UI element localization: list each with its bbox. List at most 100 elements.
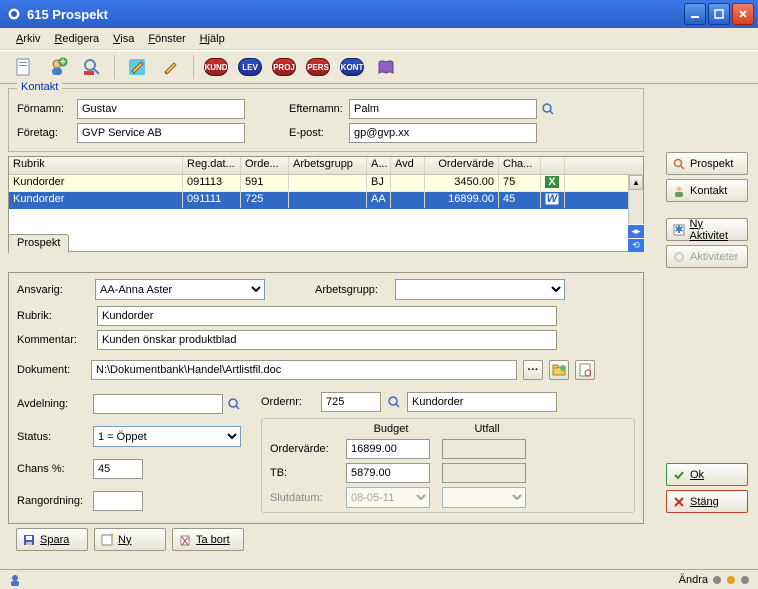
spara-button[interactable]: Spara — [16, 528, 88, 551]
status-label: Status: — [17, 431, 87, 443]
search-icon[interactable] — [387, 395, 401, 409]
col-regdat[interactable]: Reg.dat... — [183, 157, 241, 174]
arbetsgrupp-select[interactable] — [395, 279, 565, 300]
foretag-label: Företag: — [17, 127, 77, 139]
badge-lev[interactable]: LEV — [236, 53, 264, 81]
minimize-button[interactable] — [684, 3, 706, 25]
tool-search-contact-icon[interactable] — [78, 53, 106, 81]
maximize-button[interactable] — [708, 3, 730, 25]
arbetsgrupp-label: Arbetsgrupp: — [315, 284, 385, 296]
tool-document-icon[interactable] — [10, 53, 38, 81]
browse-button[interactable]: ··· — [523, 360, 543, 380]
menu-redigera[interactable]: Redigera — [48, 31, 105, 47]
app-icon — [6, 6, 22, 22]
status-select[interactable]: 1 = Öppet — [93, 426, 241, 447]
badge-kund[interactable]: KUND — [202, 53, 230, 81]
stang-button[interactable]: Stäng — [666, 490, 748, 513]
prospekt-button[interactable]: Prospekt — [666, 152, 748, 175]
tool-add-user-icon[interactable]: + — [44, 53, 72, 81]
slutdatum-budget-select[interactable]: 08-05-11 — [346, 487, 430, 508]
col-rubrik[interactable]: Rubrik — [9, 157, 183, 174]
ordervarde-budget-input[interactable] — [346, 439, 430, 459]
dokument-label: Dokument: — [17, 364, 85, 376]
folder-open-button[interactable] — [549, 360, 569, 380]
grid-row[interactable]: Kundorder 091113 591 BJ 3450.00 75 X — [9, 175, 643, 192]
grid-row-selected[interactable]: Kundorder 091111 725 AA 16899.00 45 W — [9, 192, 643, 209]
tool-pencil-icon[interactable] — [157, 53, 185, 81]
ordernr-input[interactable] — [321, 392, 381, 412]
bottom-toolbar: Spara ✱Ny Ta bort — [8, 524, 644, 555]
scroll-up-icon[interactable]: ▲ — [629, 175, 643, 190]
col-a[interactable]: A... — [367, 157, 391, 174]
tb-budget-input[interactable] — [346, 463, 430, 483]
window-title: 615 Prospekt — [27, 7, 682, 22]
fornamn-input[interactable] — [77, 99, 245, 119]
tab-prospekt[interactable]: Prospekt — [8, 234, 69, 253]
search-icon[interactable] — [541, 102, 555, 116]
tb-utfall-input[interactable] — [442, 463, 526, 483]
ansvarig-select[interactable]: AA-Anna Aster — [95, 279, 265, 300]
grid-nav-icons: ◂▸ ⟲ — [628, 224, 644, 252]
aktiviteter-button[interactable]: Aktiviteter — [666, 245, 748, 268]
badge-proj[interactable]: PROJ — [270, 53, 298, 81]
foretag-input[interactable] — [77, 123, 245, 143]
avdelning-input[interactable] — [93, 394, 223, 414]
close-button[interactable] — [732, 3, 754, 25]
titlebar: 615 Prospekt — [0, 0, 758, 28]
tabort-button[interactable]: Ta bort — [172, 528, 244, 551]
toolbar: + KUND LEV PROJ PERS KONT — [0, 50, 758, 84]
tool-book-icon[interactable] — [372, 53, 400, 81]
budget-label: Budget — [346, 423, 436, 435]
search-icon[interactable] — [227, 397, 241, 411]
svg-text:X: X — [548, 176, 556, 188]
menu-visa[interactable]: Visa — [107, 31, 140, 47]
gear-icon — [672, 250, 686, 264]
chans-input[interactable] — [93, 459, 143, 479]
nav-refresh-icon[interactable]: ⟲ — [628, 238, 644, 252]
ny-aktivitet-button[interactable]: ✱Ny Aktivitet — [666, 218, 748, 241]
menu-fonster[interactable]: Fönster — [142, 31, 191, 47]
utfall-label: Utfall — [442, 423, 532, 435]
efternamn-input[interactable] — [349, 99, 537, 119]
efternamn-label: Efternamn: — [289, 103, 349, 115]
statusbar: Ändra — [0, 569, 758, 589]
status-dot-grey — [713, 576, 721, 584]
kommentar-input[interactable] — [97, 330, 557, 350]
slutdatum-utfall-select[interactable] — [442, 487, 526, 508]
svg-text:W: W — [547, 193, 559, 205]
dokument-input[interactable] — [91, 360, 517, 380]
rangordning-input[interactable] — [93, 491, 143, 511]
col-cha[interactable]: Cha... — [499, 157, 541, 174]
delete-icon — [178, 533, 192, 547]
tool-note-icon[interactable] — [123, 53, 151, 81]
ok-button[interactable]: Ok — [666, 463, 748, 486]
svg-text:+: + — [60, 57, 66, 68]
badge-kont[interactable]: KONT — [338, 53, 366, 81]
col-avd[interactable]: Avd — [391, 157, 425, 174]
new-icon: ✱ — [100, 533, 114, 547]
avdelning-label: Avdelning: — [17, 398, 87, 410]
ordervarde-utfall-input[interactable] — [442, 439, 526, 459]
col-arbetsgrupp[interactable]: Arbetsgrupp — [289, 157, 367, 174]
ordervarde-label: Ordervärde: — [270, 443, 340, 455]
tb-label: TB: — [270, 467, 340, 479]
fornamn-label: Förnamn: — [17, 103, 77, 115]
epost-input[interactable] — [349, 123, 537, 143]
ordernr-label: Ordernr: — [261, 396, 315, 408]
ordernr-ref-input[interactable] — [407, 392, 557, 412]
kontakt-button[interactable]: Kontakt — [666, 179, 748, 202]
rubrik-input[interactable] — [97, 306, 557, 326]
menu-arkiv[interactable]: Arkiv — [10, 31, 46, 47]
budget-box: Budget Utfall Ordervärde: TB: Slutdatum:… — [261, 418, 635, 513]
search-icon — [672, 157, 686, 171]
new-note-icon: ✱ — [672, 223, 686, 237]
kontakt-legend: Kontakt — [17, 81, 62, 93]
grid-header: Rubrik Reg.dat... Orde... Arbetsgrupp A.… — [9, 157, 643, 175]
document-view-button[interactable] — [575, 360, 595, 380]
badge-pers[interactable]: PERS — [304, 53, 332, 81]
col-order[interactable]: Orde... — [241, 157, 289, 174]
ny-button[interactable]: ✱Ny — [94, 528, 166, 551]
col-ordervarde[interactable]: Ordervärde — [425, 157, 499, 174]
nav-leftright-icon[interactable]: ◂▸ — [628, 224, 644, 238]
menu-hjalp[interactable]: Hjälp — [194, 31, 231, 47]
